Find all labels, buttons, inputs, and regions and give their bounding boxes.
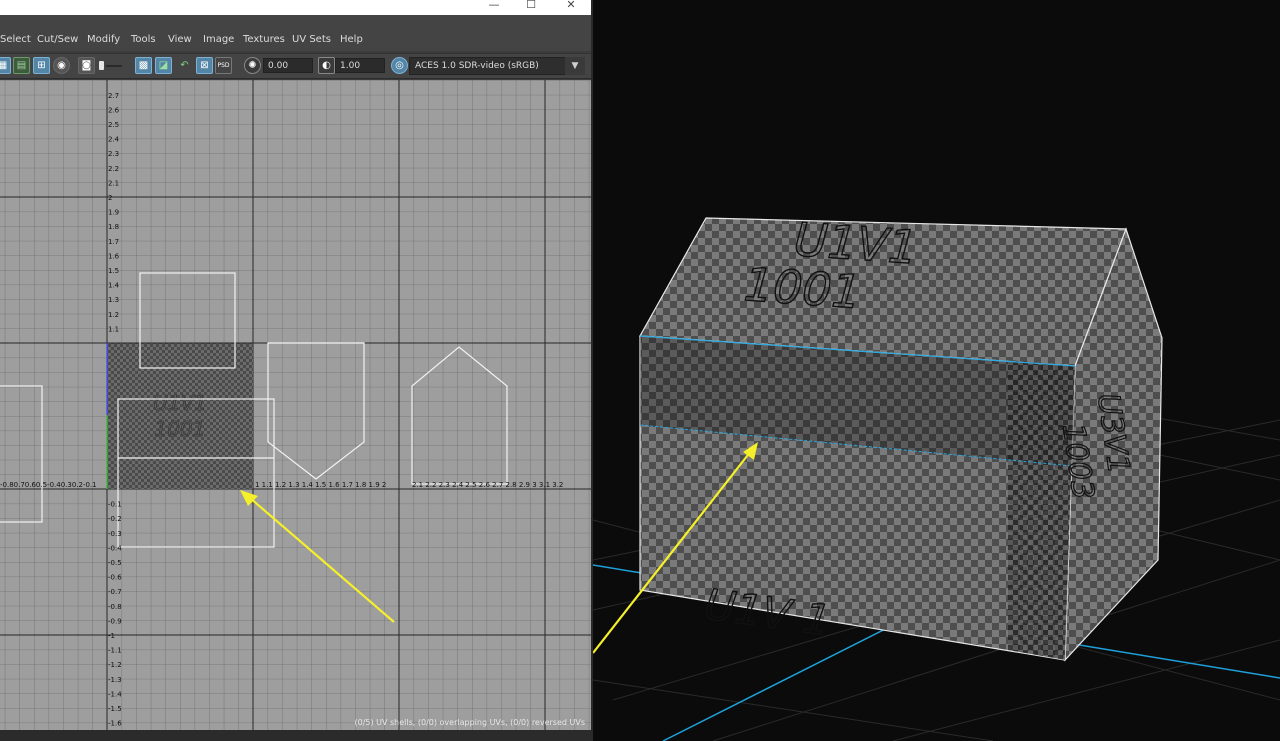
u-tick-labels-right: 1 1.1 1.2 1.3 1.4 1.5 1.6 1.7 1.8 1.9 2: [255, 481, 386, 489]
v-tick-label: -0.2: [108, 515, 122, 523]
v-tick-label: -0.1: [108, 501, 122, 509]
v-tick-label: 2.5: [108, 121, 119, 129]
v-tick-label: -0.8: [108, 603, 122, 611]
v-tick-label: 2.2: [108, 165, 119, 173]
uv-tile-1001: [107, 343, 253, 489]
menu-uv-sets[interactable]: UV Sets: [292, 34, 331, 45]
menu-select[interactable]: Select: [0, 34, 31, 45]
uv-status-line: (0/5) UV shells, (0/0) overlapping UVs, …: [354, 718, 585, 727]
v-tick-label: -1.4: [108, 690, 122, 698]
snapshot-icon[interactable]: ◙: [78, 57, 95, 74]
gamma-field[interactable]: 1.00: [335, 58, 385, 73]
house-mesh[interactable]: U1V1 1001 U3V1 1003 U1V 1: [639, 211, 1163, 662]
uv-canvas[interactable]: U1V1 1001 2.7 2.6 2.5 2.4 2.3 2.2 2.1 2 1.9 1.8 1.…: [0, 80, 591, 730]
color-space-dropdown[interactable]: ACES 1.0 SDR-video (sRGB): [409, 57, 585, 75]
v-tick-label: -0.3: [108, 530, 122, 538]
v-tick-labels-positive: 2.7 2.6 2.5 2.4 2.3 2.2 2.1 2 1.9 1.8 1.7 1.6 1.5 1.4…: [108, 92, 120, 334]
v-tick-label: -1: [108, 632, 115, 640]
tile-label-line2: 1001: [155, 417, 206, 441]
u-tick-labels-far: 2.1 2.2 2.3 2.4 2.5 2.6 2.7 2.8 2.9 3 3.…: [412, 481, 563, 489]
exposure-field[interactable]: 0.00: [263, 58, 313, 73]
menu-help[interactable]: Help: [340, 34, 363, 45]
display-image-icon[interactable]: ▩: [135, 57, 152, 74]
shaded-icon[interactable]: ▤: [13, 57, 30, 74]
v-tick-label: 1.5: [108, 267, 119, 275]
v-tick-label: 1.6: [108, 252, 120, 260]
editor-bottom-strip: [0, 730, 593, 741]
color-management-icon[interactable]: ◎: [391, 57, 408, 74]
checker-icon[interactable]: ◉: [53, 57, 70, 74]
isolate-icon[interactable]: ⊠: [196, 57, 213, 74]
v-tick-label: -0.5: [108, 559, 122, 567]
title-bar: — ☐ ✕: [0, 0, 593, 16]
v-tick-label: 1.3: [108, 296, 119, 304]
3d-viewport[interactable]: U1V1 1001 U3V1 1003 U1V 1: [593, 0, 1280, 741]
v-tick-label: -0.9: [108, 617, 122, 625]
menu-image[interactable]: Image: [203, 34, 234, 45]
v-tick-label: 2.4: [108, 136, 120, 144]
v-tick-label: 2.3: [108, 150, 119, 158]
chevron-down-icon[interactable]: ▼: [565, 57, 585, 75]
v-tick-label: -1.3: [108, 676, 122, 684]
roof-label-line2: 1001: [742, 257, 863, 319]
v-tick-label: -0.7: [108, 588, 122, 596]
texture-borders-icon[interactable]: ⊞: [33, 57, 50, 74]
tile-label-line1: U1V1: [153, 391, 207, 415]
viewport-svg: U1V1 1001 U3V1 1003 U1V 1: [593, 211, 1280, 741]
v-tick-label: 2.7: [108, 92, 119, 100]
uv-grid-svg: U1V1 1001 2.7 2.6 2.5 2.4 2.3 2.2 2.1 2 1.9 1.8 1.…: [0, 80, 591, 730]
uv-grid-icon[interactable]: ▦: [0, 57, 11, 74]
header-gap: [0, 15, 593, 31]
menu-textures[interactable]: Textures: [243, 34, 285, 45]
v-tick-label: 1.2: [108, 311, 119, 319]
uv-editor-window: — ☐ ✕ Select Cut/Sew Modify Tools View I…: [0, 0, 593, 741]
minimize-button[interactable]: —: [484, 0, 504, 13]
v-tick-label: 1.1: [108, 325, 119, 333]
v-tick-label: -1.2: [108, 661, 122, 669]
close-button[interactable]: ✕: [561, 0, 581, 13]
psd-icon[interactable]: PSD: [215, 57, 232, 74]
menu-bar: Select Cut/Sew Modify Tools View Image T…: [0, 31, 593, 51]
v-tick-label: -1.5: [108, 705, 122, 713]
v-tick-label: -1.1: [108, 647, 122, 655]
distortion-icon[interactable]: ↶: [176, 57, 193, 74]
gamma-icon[interactable]: ◐: [318, 57, 335, 74]
v-tick-label: 2.1: [108, 179, 119, 187]
u-tick-labels-left: -0.80.70.60.5-0.40.30.2-0.1: [0, 481, 97, 489]
v-tick-label: 1.8: [108, 223, 119, 231]
v-tick-label: -0.6: [108, 574, 122, 582]
v-tick-label: 1.7: [108, 238, 119, 246]
menu-view[interactable]: View: [168, 34, 192, 45]
image-dim-icon[interactable]: [99, 60, 125, 72]
v-tick-label: 2.6: [108, 106, 120, 114]
v-tick-label: -0.4: [108, 544, 122, 552]
shaded-uv-icon[interactable]: ◪: [155, 57, 172, 74]
v-tick-label: -1.6: [108, 720, 122, 728]
uv-toolbar: ▦ ▤ ⊞ ◉ ◙ ▩ ◪ ↶ ⊠ PSD ✺ 0.00 ◐ 1.00 ◎ AC…: [0, 53, 593, 79]
v-tick-label: 1.9: [108, 209, 119, 217]
menu-cut-sew[interactable]: Cut/Sew: [37, 34, 78, 45]
menu-tools[interactable]: Tools: [131, 34, 156, 45]
v-tick-label: 2: [108, 194, 112, 202]
v-tick-label: 1.4: [108, 282, 120, 290]
maximize-button[interactable]: ☐: [521, 0, 541, 13]
exposure-icon[interactable]: ✺: [244, 57, 261, 74]
menu-modify[interactable]: Modify: [87, 34, 120, 45]
